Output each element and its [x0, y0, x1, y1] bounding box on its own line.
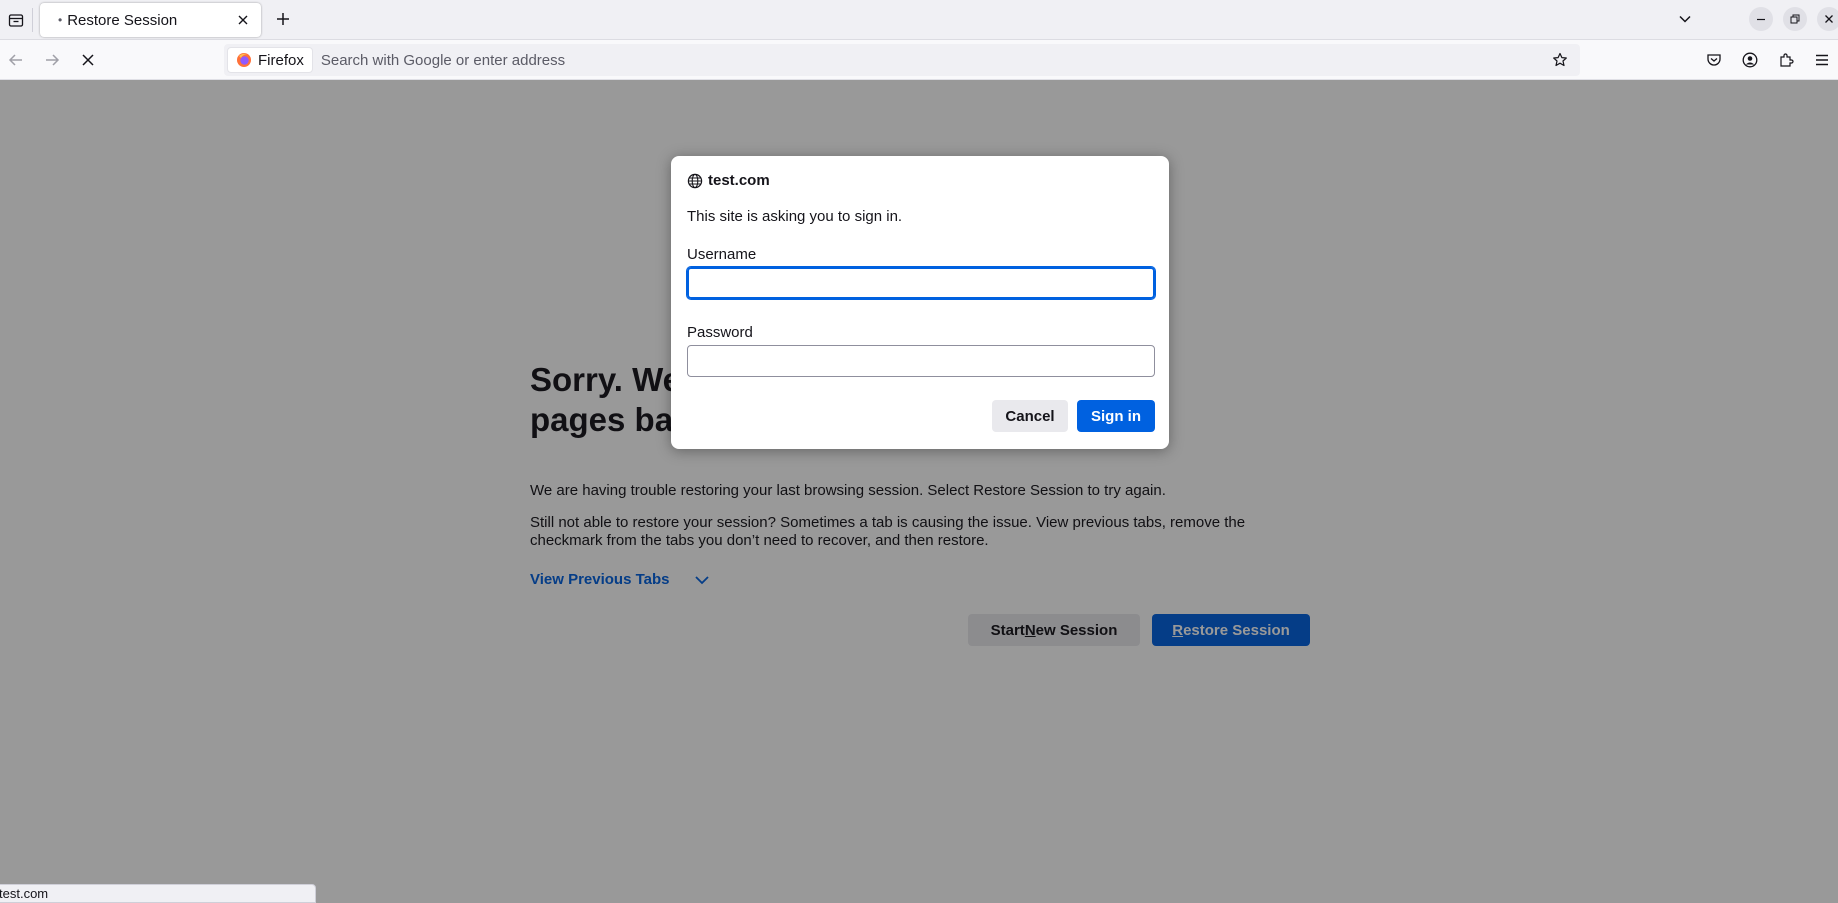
restore-window-icon	[1790, 14, 1800, 24]
tab-restore-session[interactable]: • Restore Session	[40, 3, 261, 37]
pocket-icon	[1707, 54, 1721, 66]
plus-icon	[277, 13, 289, 25]
extensions-button[interactable]	[1774, 48, 1798, 72]
restore-button[interactable]	[1783, 7, 1807, 31]
password-label: Password	[687, 324, 753, 341]
close-window-icon	[1825, 15, 1833, 23]
account-icon	[1742, 52, 1758, 68]
sign-in-dialog: test.com This site is asking you to sign…	[671, 156, 1169, 449]
pocket-button[interactable]	[1702, 48, 1726, 72]
forward-button[interactable]	[40, 48, 64, 72]
username-field[interactable]	[686, 266, 1156, 300]
identity-label: Firefox	[258, 51, 304, 69]
account-button[interactable]	[1738, 48, 1762, 72]
close-icon	[238, 15, 248, 25]
page-content: Sorry. We’re having trouble getting your…	[0, 80, 1838, 903]
back-button[interactable]	[4, 48, 28, 72]
firefox-logo-icon	[237, 53, 251, 67]
sign-in-button[interactable]: Sign in	[1077, 400, 1155, 432]
firefox-view-icon	[8, 14, 24, 27]
cancel-button[interactable]: Cancel	[992, 400, 1068, 432]
list-all-tabs-button[interactable]	[1672, 6, 1698, 32]
minimize-button[interactable]	[1749, 7, 1773, 31]
status-text: test.com	[0, 886, 49, 901]
bookmark-star-button[interactable]	[1550, 50, 1570, 70]
app-menu-button[interactable]	[1810, 48, 1834, 72]
stop-icon	[82, 54, 94, 66]
tab-loading-dot: •	[58, 13, 63, 27]
dialog-header: test.com	[687, 172, 770, 189]
puzzle-icon	[1780, 53, 1794, 67]
forward-arrow-icon	[46, 54, 60, 66]
dialog-message: This site is asking you to sign in.	[687, 208, 903, 225]
dialog-host: test.com	[708, 172, 770, 189]
tab-title: Restore Session	[67, 11, 178, 29]
minimize-icon	[1757, 18, 1765, 21]
username-label: Username	[687, 246, 757, 263]
chevron-down-icon	[1679, 15, 1691, 23]
tab-strip: • Restore Session	[0, 0, 1838, 40]
navigation-toolbar: Firefox Search with Google or enter addr…	[0, 40, 1838, 80]
back-arrow-icon	[8, 54, 22, 66]
firefox-view-button[interactable]	[4, 8, 28, 32]
identity-box[interactable]: Firefox	[227, 47, 313, 73]
close-window-button[interactable]	[1817, 7, 1838, 31]
globe-icon	[687, 173, 703, 188]
tab-close-button[interactable]	[233, 10, 253, 30]
stop-button[interactable]	[76, 48, 100, 72]
hamburger-menu-icon	[1816, 54, 1828, 66]
address-input[interactable]: Search with Google or enter address	[321, 52, 1580, 69]
star-icon	[1553, 52, 1567, 67]
new-tab-button[interactable]	[270, 6, 296, 32]
tab-separator	[32, 8, 33, 32]
password-field[interactable]	[687, 345, 1155, 377]
status-panel: test.com	[0, 884, 316, 903]
url-bar[interactable]: Firefox Search with Google or enter addr…	[224, 44, 1580, 76]
